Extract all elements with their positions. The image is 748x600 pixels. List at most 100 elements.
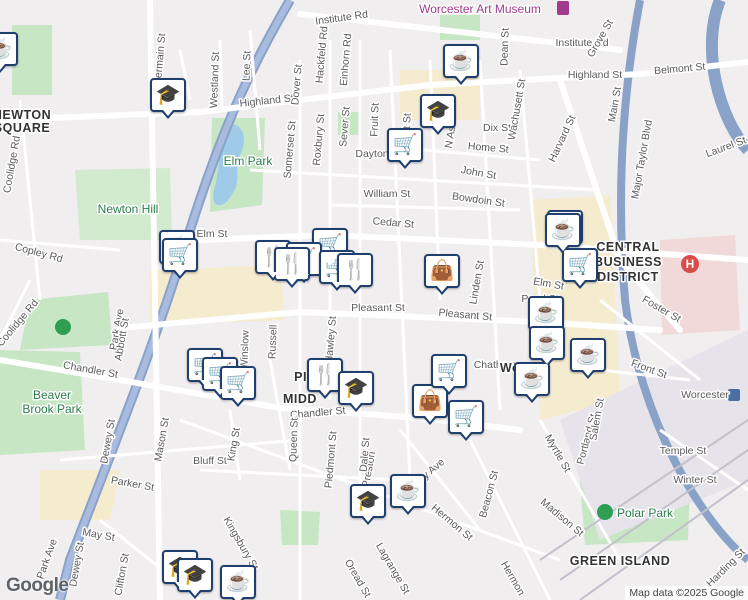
school-icon: 🎓 — [355, 490, 381, 512]
coffee-icon: ☕ — [448, 50, 474, 72]
map-marker-restaurant[interactable]: 🍴 — [337, 253, 373, 294]
park-label: Newton Hill — [98, 202, 159, 216]
street-label: Harvard St — [546, 113, 578, 164]
area-label: GREEN ISLAND — [570, 554, 670, 568]
area-label: NEWTON — [0, 108, 51, 122]
school-icon: 🎓 — [182, 564, 208, 586]
park-label: Polar Park — [617, 506, 674, 520]
area-label: BUSINESS — [594, 255, 662, 269]
street-label: Linden St — [467, 260, 487, 306]
street-label: Parker St — [110, 474, 155, 493]
cart-icon: 🛒 — [436, 360, 462, 382]
map-marker-coffee[interactable]: ☕ — [220, 565, 256, 600]
cart-icon: 🛒 — [453, 406, 479, 428]
street-label: Russell — [266, 324, 279, 359]
street-label: Clifton St — [112, 552, 131, 596]
street-label: Oread St — [342, 557, 373, 599]
area-label: SQUARE — [0, 121, 50, 135]
map-marker-shop[interactable]: 🛒 — [387, 128, 423, 169]
street-label: Lee St — [240, 50, 253, 81]
street-label: Laurel St — [704, 134, 748, 160]
street-label: Elm St — [197, 228, 228, 240]
street-label: Einhorn Rd — [338, 33, 355, 87]
map-canvas[interactable]: H Institute Rd Institute Rd Highland St Hig… — [0, 0, 748, 600]
street-label: Highland St — [239, 92, 294, 110]
street-label: Cedar St — [372, 215, 414, 231]
shopping-bag-icon: 👜 — [429, 260, 455, 282]
school-icon: 🎓 — [155, 84, 181, 106]
map-marker-school[interactable]: 🎓 — [420, 94, 456, 135]
street-label: Winslow — [238, 330, 251, 370]
google-logo: Google — [6, 575, 69, 596]
street-label: Coolidge Rd — [1, 135, 23, 194]
map-marker-school[interactable]: 🎓 — [350, 484, 386, 525]
street-label: Lagrange St — [373, 541, 412, 597]
map-marker-school[interactable]: 🎓 — [338, 371, 374, 412]
cart-icon: 🛒 — [225, 372, 251, 394]
map-marker-school[interactable]: 🎓 — [150, 78, 186, 119]
school-icon: 🎓 — [425, 100, 451, 122]
poi-label: Worcester Art Museum — [419, 2, 541, 16]
cart-icon: 🛒 — [392, 134, 418, 156]
street-label: Major Taylor Blvd — [629, 119, 655, 200]
coffee-icon: ☕ — [550, 219, 576, 241]
street-label: Highland St — [568, 69, 622, 81]
map-marker-coffee[interactable]: ☕ — [0, 32, 18, 73]
street-label: Kingsbury St — [221, 515, 261, 573]
coffee-icon: ☕ — [395, 480, 421, 502]
park-label: Elm Park — [224, 154, 274, 168]
street-label: Piedmont St — [323, 431, 340, 489]
street-label: Roxbury St — [311, 113, 327, 166]
street-label: Dean St — [498, 28, 511, 66]
street-label: Temple St — [660, 445, 707, 457]
poi-label: Worcester — [681, 389, 729, 401]
fork-knife-icon: 🍴 — [342, 259, 368, 281]
coffee-icon: ☕ — [0, 39, 12, 59]
street-label: John St — [460, 164, 497, 182]
school-icon: 🎓 — [343, 377, 369, 399]
cart-icon: 🛒 — [567, 254, 593, 276]
street-label: Hermon — [498, 559, 527, 597]
coffee-icon: ☕ — [225, 571, 251, 593]
park-label: Brook Park — [22, 402, 82, 416]
street-label: Somerset St — [282, 120, 299, 179]
street-label: Pleasant St — [351, 302, 405, 314]
map-marker-shop[interactable]: 🛒 — [562, 248, 598, 289]
coffee-icon: ☕ — [519, 368, 545, 390]
street-label: Hermon St — [429, 502, 475, 544]
street-label: Bluff St — [193, 455, 227, 467]
street-label: Sever St — [337, 106, 352, 147]
coffee-icon: ☕ — [534, 332, 560, 354]
street-label: Hackfeld Rd — [314, 26, 331, 84]
street-label: Hawley St — [323, 316, 339, 364]
street-label: William St — [364, 188, 411, 200]
street-label: Bowdoin St — [451, 190, 505, 209]
street-label: Westland St — [208, 51, 222, 108]
fork-knife-icon: 🍴 — [279, 253, 305, 275]
map-marker-coffee[interactable]: ☕ — [570, 338, 606, 379]
coffee-icon: ☕ — [575, 344, 601, 366]
map-marker-coffee[interactable]: ☕ — [514, 362, 550, 403]
street-label: Queen St — [287, 417, 301, 462]
shopping-bag-icon: 👜 — [417, 390, 443, 412]
area-label: DISTRICT — [597, 270, 659, 284]
street-label: Winter St — [673, 474, 716, 486]
street-label: Institute Rd — [314, 8, 368, 27]
map-marker-coffee[interactable]: ☕ — [390, 474, 426, 515]
map-marker-coffee[interactable]: ☕ — [528, 296, 564, 337]
park-label: Beaver — [33, 388, 71, 402]
street-label: Fruit St — [368, 103, 381, 137]
area-label: CENTRAL — [596, 240, 659, 254]
street-label: Madison St — [538, 496, 586, 539]
street-label: Dayton — [355, 148, 388, 160]
map-marker-shop[interactable]: 🛒 — [220, 366, 256, 407]
map-marker-shop[interactable]: 🛒 — [448, 400, 484, 441]
map-marker-coffee[interactable]: ☕ — [443, 44, 479, 85]
street-label: Harding St — [704, 546, 748, 590]
area-label: MIDD — [283, 392, 317, 406]
map-attribution[interactable]: Map data ©2025 Google — [625, 586, 748, 600]
coffee-icon: ☕ — [533, 302, 559, 324]
map-marker-shopping-bag[interactable]: 👜 — [424, 254, 460, 295]
map-marker-shop[interactable]: 🛒 — [431, 354, 467, 395]
street-label: Belmont St — [654, 61, 706, 77]
